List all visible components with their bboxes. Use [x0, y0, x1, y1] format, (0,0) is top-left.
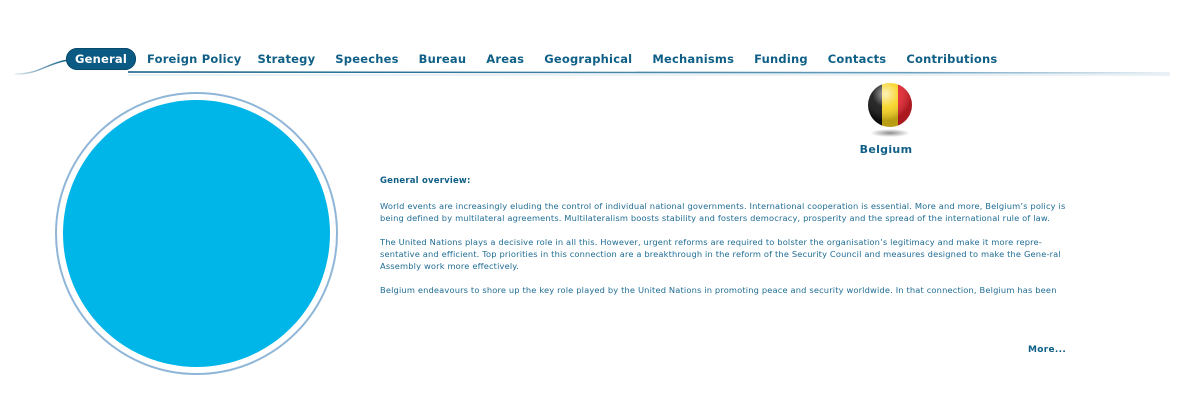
- tab-contacts[interactable]: Contacts: [828, 48, 887, 70]
- belgium-flag-icon: [868, 83, 912, 137]
- hero-circle-fill: [63, 100, 330, 367]
- overview-heading: General overview:: [380, 176, 471, 186]
- country-name: Belgium: [859, 143, 913, 156]
- tab-areas[interactable]: Areas: [486, 48, 524, 70]
- more-link[interactable]: More...: [1028, 345, 1066, 355]
- tab-list: General Foreign Policy Strategy Speeches Bur…: [66, 48, 997, 70]
- tab-mechanisms[interactable]: Mechanisms: [652, 48, 734, 70]
- tab-bureau[interactable]: Bureau: [419, 48, 467, 70]
- overview-paragraph: The United Nations plays a decisive role…: [380, 237, 1061, 271]
- navigation-bar: General Foreign Policy Strategy Speeches Bur…: [0, 44, 1195, 78]
- tab-funding[interactable]: Funding: [754, 48, 808, 70]
- tab-speeches[interactable]: Speeches: [335, 48, 398, 70]
- overview-paragraph: World events are increasingly eluding th…: [380, 201, 1066, 223]
- hero-circle: [55, 92, 338, 375]
- overview-paragraph: Belgium endeavours to shore up the key r…: [380, 285, 1057, 295]
- tab-contributions[interactable]: Contributions: [906, 48, 997, 70]
- tab-geographical[interactable]: Geographical: [544, 48, 632, 70]
- overview-content: General overview: World events are incre…: [380, 175, 1080, 308]
- tab-foreign-policy[interactable]: Foreign Policy: [147, 48, 241, 70]
- tab-strategy[interactable]: Strategy: [257, 48, 315, 70]
- tab-general[interactable]: General: [66, 48, 136, 70]
